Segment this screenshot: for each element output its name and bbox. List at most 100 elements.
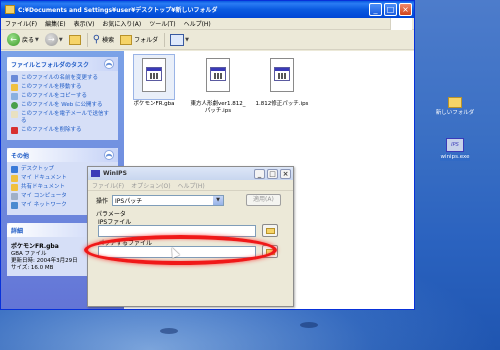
file-thumbnail xyxy=(262,55,302,99)
rename-icon xyxy=(11,75,18,82)
task-delete[interactable]: このファイルを削除する xyxy=(11,127,114,134)
apply-button-label: 適用(A) xyxy=(253,196,274,203)
details-title: 詳細 xyxy=(11,227,24,235)
ips-application-icon: IPS xyxy=(446,138,464,152)
file-item[interactable]: ポケモンFR.gba xyxy=(124,54,184,108)
minimize-button[interactable]: _ xyxy=(369,3,382,16)
windows-logo-icon xyxy=(390,17,412,30)
close-button[interactable]: × xyxy=(280,168,291,179)
up-folder-button[interactable] xyxy=(68,34,81,45)
operation-select[interactable]: IPSパッチ ▼ xyxy=(112,195,225,206)
folders-icon xyxy=(120,34,133,45)
task-label: このファイルをコピーする xyxy=(21,93,88,99)
file-name: 1.812修正パッチ.ips xyxy=(255,101,309,107)
file-item[interactable]: 1.812修正パッチ.ips xyxy=(252,55,312,108)
menu-help[interactable]: ヘルプ(H) xyxy=(184,19,211,28)
menu-tools[interactable]: ツール(T) xyxy=(149,19,175,28)
winips-titlebar[interactable]: WinIPS _ □ × xyxy=(88,167,293,180)
folder-icon xyxy=(448,97,462,108)
menu-options[interactable]: オプション(O) xyxy=(131,181,170,190)
collapse-chevron-icon[interactable]: ︽ xyxy=(104,150,114,160)
application-file-icon xyxy=(146,67,162,81)
place-label: 共有ドキュメント xyxy=(21,184,66,190)
menu-favorites[interactable]: お気に入り(A) xyxy=(102,19,141,28)
task-move[interactable]: このファイルを移動する xyxy=(11,84,114,91)
task-label: このファイルの名前を変更する xyxy=(21,75,99,81)
file-item[interactable]: 東方人形劇ver1.812_パッチ.ips xyxy=(188,55,248,115)
back-button[interactable]: ← 戻る ▼ xyxy=(7,33,39,46)
my-documents-icon xyxy=(11,175,18,182)
toolbar-separator xyxy=(86,32,88,47)
up-folder-icon xyxy=(68,34,81,45)
application-file-icon xyxy=(210,67,226,81)
operation-label: 操作 xyxy=(96,198,109,205)
desktop-icon xyxy=(11,166,18,173)
folders-label: フォルダ xyxy=(134,37,159,44)
place-label: マイ コンピュータ xyxy=(21,193,67,199)
menu-bar: ファイル(F) 編集(E) 表示(V) お気に入り(A) ツール(T) ヘルプ(… xyxy=(1,17,414,30)
menu-file[interactable]: ファイル(F) xyxy=(92,181,124,190)
search-button[interactable]: ⚲ 検索 xyxy=(93,34,114,45)
file-tasks-title: ファイルとフォルダのタスク xyxy=(11,61,90,69)
operation-row: 操作 IPSパッチ ▼ xyxy=(96,195,225,206)
globe-icon xyxy=(11,102,18,109)
menu-help[interactable]: ヘルプ(H) xyxy=(178,181,205,190)
menu-file[interactable]: ファイル(F) xyxy=(5,19,37,28)
my-computer-icon xyxy=(11,193,18,200)
forward-button[interactable]: → ▼ xyxy=(44,33,63,46)
move-icon xyxy=(11,84,18,91)
search-label: 検索 xyxy=(102,37,115,44)
views-icon xyxy=(170,33,185,46)
desktop-icon-winips[interactable]: IPS winips.exe xyxy=(430,138,480,161)
apply-button[interactable]: 適用(A) xyxy=(246,194,281,206)
maximize-button[interactable]: □ xyxy=(384,3,397,16)
toolbar: ← 戻る ▼ → ▼ ⚲ 検索 フォルダ ▼ xyxy=(1,30,414,50)
winips-title: WinIPS xyxy=(103,170,127,177)
application-file-icon xyxy=(274,67,290,81)
window-title: C:¥Documents and Settings¥user¥デスクトップ¥新し… xyxy=(18,7,218,14)
task-publish-web[interactable]: このファイルを Web に公開する xyxy=(11,102,114,109)
delete-icon xyxy=(11,127,18,134)
file-name: ポケモンFR.gba xyxy=(133,101,175,107)
task-email[interactable]: このファイルを電子メールで送信する xyxy=(11,111,114,125)
maximize-button[interactable]: □ xyxy=(267,168,278,179)
task-copy[interactable]: このファイルをコピーする xyxy=(11,93,114,100)
chevron-down-icon: ▼ xyxy=(35,36,39,43)
ips-file-browse-button[interactable] xyxy=(262,224,278,237)
desktop-icon-label: winips.exe xyxy=(439,154,471,161)
file-thumbnail xyxy=(133,54,175,100)
file-thumbnail xyxy=(198,55,238,99)
desktop-icon-new-folder[interactable]: 新しいフォルダ xyxy=(430,97,480,117)
other-places-header[interactable]: その他 ︽ xyxy=(7,148,118,162)
place-label: マイ ドキュメント xyxy=(21,175,67,181)
close-button[interactable]: × xyxy=(399,3,412,16)
file-tasks-header[interactable]: ファイルとフォルダのタスク ︽ xyxy=(7,57,118,71)
collapse-chevron-icon[interactable]: ︽ xyxy=(104,59,114,69)
chevron-down-icon: ▼ xyxy=(58,36,63,43)
menu-view[interactable]: 表示(V) xyxy=(74,19,95,28)
file-name: 東方人形劇ver1.812_パッチ.ips xyxy=(190,101,246,114)
forward-arrow-icon: → xyxy=(44,33,58,46)
shared-documents-icon xyxy=(11,184,18,191)
file-tasks-panel: ファイルとフォルダのタスク ︽ このファイルの名前を変更する このファイルを移動… xyxy=(7,57,118,140)
toolbar-separator xyxy=(164,32,166,47)
place-label: マイ ネットワーク xyxy=(21,202,67,208)
wallpaper-dolphin xyxy=(160,328,178,334)
red-highlight-annotation xyxy=(84,235,277,265)
operation-value: IPSパッチ xyxy=(115,198,143,205)
task-label: このファイルを移動する xyxy=(21,84,82,90)
minimize-button[interactable]: _ xyxy=(254,168,265,179)
desktop-icon-label: 新しいフォルダ xyxy=(435,110,475,116)
back-arrow-icon: ← xyxy=(7,33,20,46)
search-icon: ⚲ xyxy=(92,34,101,45)
task-rename[interactable]: このファイルの名前を変更する xyxy=(11,75,114,82)
task-label: このファイルを電子メールで送信する xyxy=(21,111,110,124)
chevron-down-icon: ▼ xyxy=(213,196,224,205)
task-label: このファイルを Web に公開する xyxy=(21,102,103,108)
place-label: デスクトップ xyxy=(21,166,55,172)
explorer-titlebar[interactable]: C:¥Documents and Settings¥user¥デスクトップ¥新し… xyxy=(1,1,414,18)
menu-edit[interactable]: 編集(E) xyxy=(45,19,65,28)
task-label: このファイルを削除する xyxy=(21,127,82,133)
folders-button[interactable]: フォルダ xyxy=(120,34,159,45)
views-button[interactable]: ▼ xyxy=(170,33,189,46)
